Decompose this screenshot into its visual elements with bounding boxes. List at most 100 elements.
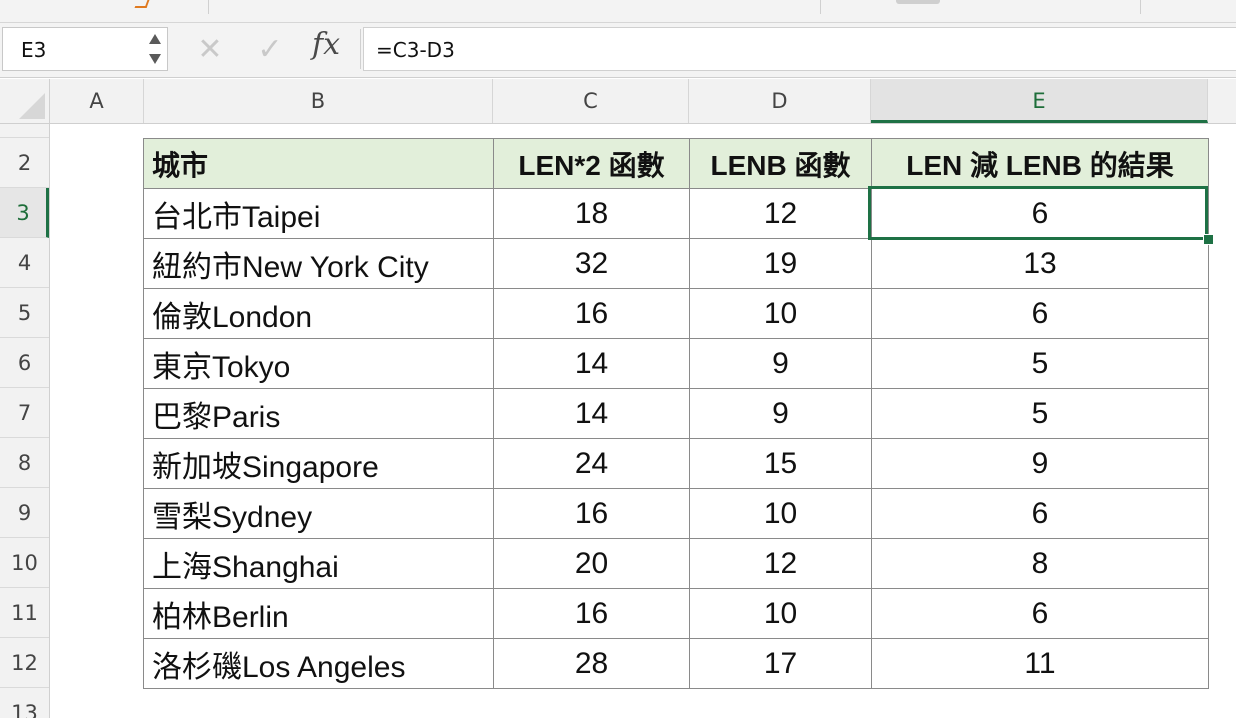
- cell-city[interactable]: 倫敦London: [143, 288, 494, 339]
- column-header-e[interactable]: E: [871, 79, 1208, 123]
- row-header-13[interactable]: 13: [0, 688, 49, 718]
- table-row: 柏林Berlin 16 10 6: [143, 588, 1209, 639]
- ribbon-icon[interactable]: [134, 0, 150, 8]
- column-header-d[interactable]: D: [689, 79, 871, 123]
- table-row: 東京Tokyo 14 9 5: [143, 338, 1209, 389]
- cell-result[interactable]: 5: [871, 388, 1209, 439]
- cell-len2[interactable]: 28: [493, 638, 690, 689]
- cell-lenb[interactable]: 10: [689, 288, 872, 339]
- cell-city[interactable]: 雪梨Sydney: [143, 488, 494, 539]
- cell-city[interactable]: 上海Shanghai: [143, 538, 494, 589]
- row-header-2[interactable]: 2: [0, 138, 49, 188]
- insert-function-button[interactable]: fx: [312, 27, 340, 62]
- fx-icon: fx: [312, 27, 341, 62]
- name-box-spinner[interactable]: [149, 34, 161, 66]
- chevron-down-icon[interactable]: [149, 54, 161, 64]
- row-header-5[interactable]: 5: [0, 288, 49, 338]
- table-row: 新加坡Singapore 24 15 9: [143, 438, 1209, 489]
- ribbon-strip: [0, 0, 1236, 23]
- name-box[interactable]: E3: [2, 27, 168, 71]
- row-header-12[interactable]: 12: [0, 638, 49, 688]
- row-header-7[interactable]: 7: [0, 388, 49, 438]
- checkmark-icon: ✓: [257, 32, 283, 67]
- cell-lenb[interactable]: 10: [689, 488, 872, 539]
- cell-result[interactable]: 13: [871, 238, 1209, 289]
- header-cell-result[interactable]: LEN 減 LENB 的結果: [871, 138, 1209, 189]
- column-headers: A B C D E: [0, 79, 1236, 124]
- divider: [820, 0, 821, 14]
- cell-lenb[interactable]: 12: [689, 538, 872, 589]
- divider: [208, 0, 209, 14]
- cell-lenb[interactable]: 9: [689, 388, 872, 439]
- header-cell-len2[interactable]: LEN*2 函數: [493, 138, 690, 189]
- table-header-row: 城市 LEN*2 函數 LENB 函數 LEN 減 LENB 的結果: [143, 138, 1209, 189]
- data-table: 城市 LEN*2 函數 LENB 函數 LEN 減 LENB 的結果 台北市Ta…: [143, 138, 1209, 689]
- close-icon: ✕: [197, 32, 223, 67]
- row-header-3[interactable]: 3: [0, 188, 49, 238]
- chevron-up-icon[interactable]: [149, 34, 161, 44]
- table-row: 上海Shanghai 20 12 8: [143, 538, 1209, 589]
- cell-city[interactable]: 巴黎Paris: [143, 388, 494, 439]
- cell-city[interactable]: 洛杉磯Los Angeles: [143, 638, 494, 689]
- name-box-value[interactable]: E3: [21, 38, 46, 62]
- formula-input[interactable]: =C3-D3: [363, 27, 1236, 71]
- cell-lenb[interactable]: 9: [689, 338, 872, 389]
- cell-result[interactable]: 6: [871, 588, 1209, 639]
- cell-len2[interactable]: 32: [493, 238, 690, 289]
- enter-formula-button[interactable]: ✓: [253, 33, 287, 67]
- row-header-9[interactable]: 9: [0, 488, 49, 538]
- cell-city[interactable]: 台北市Taipei: [143, 188, 494, 239]
- cell-result[interactable]: 6: [871, 488, 1209, 539]
- cell-result[interactable]: 9: [871, 438, 1209, 489]
- row-header-8[interactable]: 8: [0, 438, 49, 488]
- ribbon-tab-indicator[interactable]: [896, 0, 940, 4]
- cell-result[interactable]: 6: [871, 288, 1209, 339]
- table-row: 倫敦London 16 10 6: [143, 288, 1209, 339]
- cell-len2[interactable]: 24: [493, 438, 690, 489]
- cell-city[interactable]: 新加坡Singapore: [143, 438, 494, 489]
- cell-city[interactable]: 紐約市New York City: [143, 238, 494, 289]
- cell-lenb[interactable]: 19: [689, 238, 872, 289]
- cancel-formula-button[interactable]: ✕: [193, 33, 227, 67]
- select-all-button[interactable]: [0, 79, 50, 123]
- row-header-6[interactable]: 6: [0, 338, 49, 388]
- formula-text[interactable]: =C3-D3: [376, 38, 455, 62]
- cell-lenb[interactable]: 15: [689, 438, 872, 489]
- cell-result[interactable]: 11: [871, 638, 1209, 689]
- cell-len2[interactable]: 20: [493, 538, 690, 589]
- column-header-a[interactable]: A: [50, 79, 144, 123]
- column-header-b[interactable]: B: [144, 79, 493, 123]
- cell-result[interactable]: 8: [871, 538, 1209, 589]
- cell-lenb[interactable]: 12: [689, 188, 872, 239]
- cell-result[interactable]: 5: [871, 338, 1209, 389]
- table-row: 雪梨Sydney 16 10 6: [143, 488, 1209, 539]
- cell-len2[interactable]: 16: [493, 588, 690, 639]
- table-row: 紐約市New York City 32 19 13: [143, 238, 1209, 289]
- cell-len2[interactable]: 18: [493, 188, 690, 239]
- table-row: 台北市Taipei 18 12 6: [143, 188, 1209, 239]
- cell-city[interactable]: 東京Tokyo: [143, 338, 494, 389]
- formula-bar: E3 ✕ ✓ fx =C3-D3: [0, 23, 1236, 78]
- row-header-10[interactable]: 10: [0, 538, 49, 588]
- cell-len2[interactable]: 16: [493, 488, 690, 539]
- divider: [360, 29, 361, 69]
- row-header-1[interactable]: 1: [0, 124, 49, 138]
- cell-len2[interactable]: 16: [493, 288, 690, 339]
- cell-len2[interactable]: 14: [493, 388, 690, 439]
- header-cell-city[interactable]: 城市: [143, 138, 494, 189]
- row-header-11[interactable]: 11: [0, 588, 49, 638]
- cell-grid[interactable]: 城市 LEN*2 函數 LENB 函數 LEN 減 LENB 的結果 台北市Ta…: [50, 124, 1236, 718]
- select-all-icon: [19, 93, 45, 119]
- fill-handle[interactable]: [1203, 234, 1214, 245]
- cell-lenb[interactable]: 10: [689, 588, 872, 639]
- table-row: 洛杉磯Los Angeles 28 17 11: [143, 638, 1209, 689]
- table-row: 巴黎Paris 14 9 5: [143, 388, 1209, 439]
- divider: [1140, 0, 1141, 14]
- column-header-c[interactable]: C: [493, 79, 689, 123]
- cell-lenb[interactable]: 17: [689, 638, 872, 689]
- cell-result[interactable]: 6: [871, 188, 1209, 239]
- cell-city[interactable]: 柏林Berlin: [143, 588, 494, 639]
- header-cell-lenb[interactable]: LENB 函數: [689, 138, 872, 189]
- row-header-4[interactable]: 4: [0, 238, 49, 288]
- cell-len2[interactable]: 14: [493, 338, 690, 389]
